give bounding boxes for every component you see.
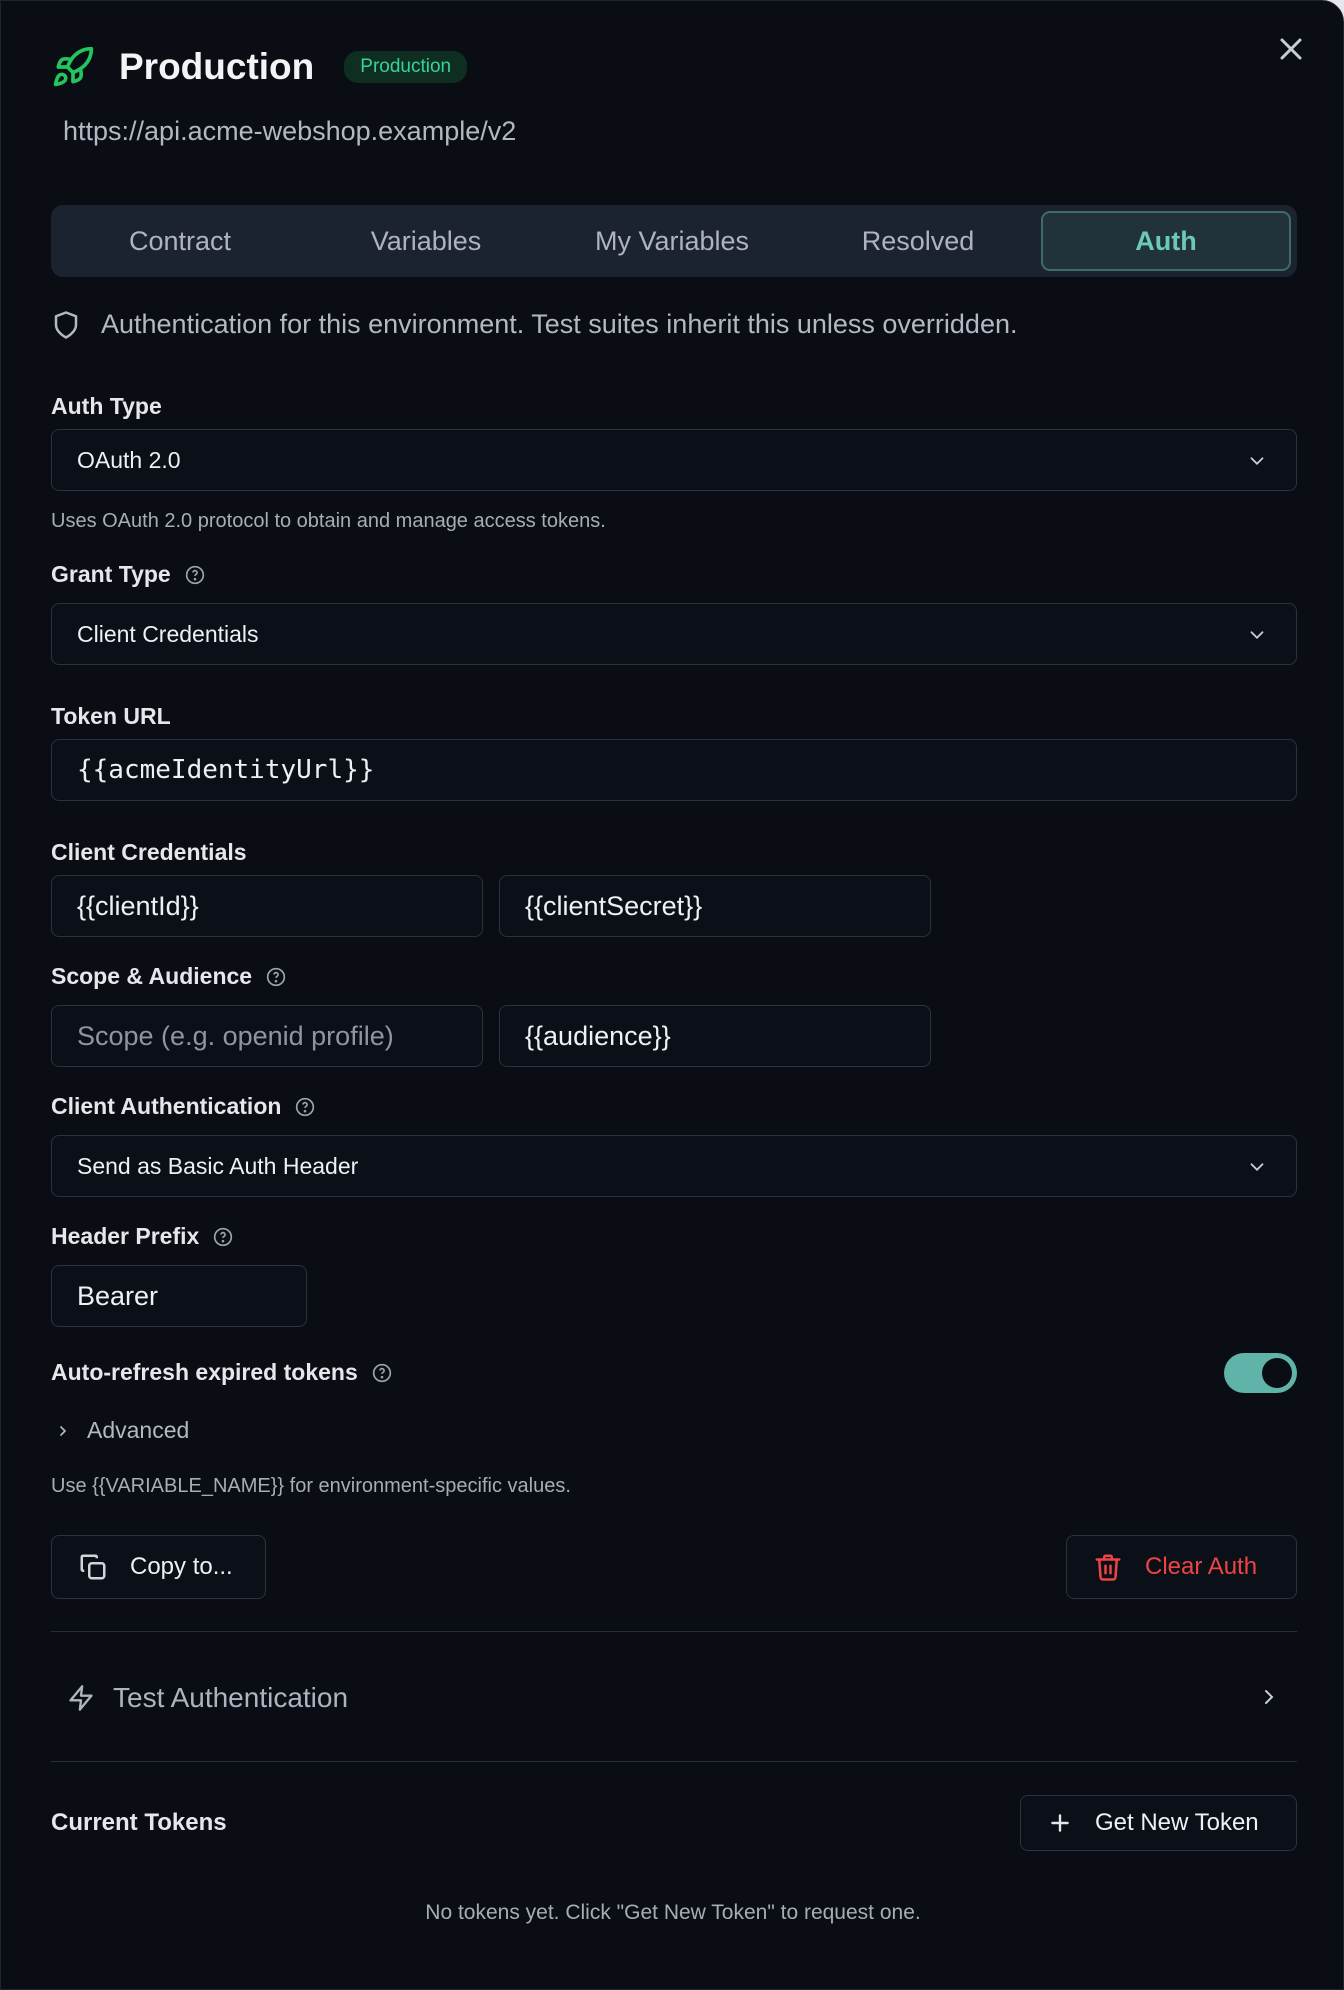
auth-type-label-text: Auth Type <box>51 393 162 419</box>
grant-type-label: Grant Type <box>51 561 205 588</box>
divider <box>51 1761 1297 1762</box>
help-icon[interactable] <box>213 1227 233 1247</box>
auto-refresh-label: Auto-refresh expired tokens <box>51 1359 392 1386</box>
tab-resolved[interactable]: Resolved <box>795 211 1041 271</box>
grant-type-value: Client Credentials <box>77 620 259 647</box>
plus-icon <box>1051 1814 1069 1832</box>
environment-url: https://api.acme-webshop.example/v2 <box>63 116 517 146</box>
auth-info: Authentication for this environment. Tes… <box>51 309 1017 340</box>
clear-auth-label: Clear Auth <box>1145 1553 1258 1580</box>
current-tokens-heading: Current Tokens <box>51 1809 227 1837</box>
auto-refresh-toggle[interactable] <box>1224 1353 1297 1393</box>
help-icon[interactable] <box>372 1363 392 1383</box>
auth-type-value: OAuth 2.0 <box>77 446 181 473</box>
header-prefix-input[interactable]: Bearer <box>51 1265 307 1327</box>
tab-contract[interactable]: Contract <box>57 211 303 271</box>
divider <box>51 1631 1297 1632</box>
client-auth-value: Send as Basic Auth Header <box>77 1152 359 1179</box>
empty-tokens-message: No tokens yet. Click "Get New Token" to … <box>425 1901 921 1924</box>
clear-auth-button[interactable]: Clear Auth <box>1066 1535 1297 1599</box>
close-icon[interactable] <box>1273 31 1309 67</box>
lightning-icon <box>69 1685 93 1711</box>
chevron-down-icon <box>1250 457 1264 466</box>
client-auth-label: Client Authentication <box>51 1093 315 1120</box>
copy-to-button[interactable]: Copy to... <box>51 1535 266 1599</box>
client-credentials-label-text: Client Credentials <box>51 839 247 865</box>
auth-type-select[interactable]: OAuth 2.0 <box>51 429 1297 491</box>
tab-auth[interactable]: Auth <box>1041 211 1291 271</box>
tab-my-variables[interactable]: My Variables <box>549 211 795 271</box>
chevron-right-icon <box>60 1425 67 1436</box>
audience-input[interactable]: {{audience}} <box>499 1005 931 1067</box>
chevron-down-icon <box>1250 1163 1264 1172</box>
scope-audience-label: Scope & Audience <box>51 963 286 990</box>
toggle-knob <box>1262 1358 1292 1388</box>
get-new-token-button[interactable]: Get New Token <box>1020 1795 1297 1851</box>
copy-to-label: Copy to... <box>130 1553 233 1580</box>
advanced-toggle[interactable]: Advanced <box>55 1417 189 1444</box>
header-prefix-label: Header Prefix <box>51 1223 233 1250</box>
client-auth-select[interactable]: Send as Basic Auth Header <box>51 1135 1297 1197</box>
header-prefix-label-text: Header Prefix <box>51 1223 200 1249</box>
page-title: Production <box>119 46 315 87</box>
environment-badge: Production <box>344 51 468 83</box>
auth-type-label: Auth Type <box>51 393 162 420</box>
help-icon[interactable] <box>266 967 286 987</box>
copy-icon <box>80 1554 106 1580</box>
trash-icon <box>1095 1554 1121 1581</box>
help-icon[interactable] <box>295 1097 315 1117</box>
grant-type-select[interactable]: Client Credentials <box>51 603 1297 665</box>
panel-header: Production Production <box>51 41 468 93</box>
help-icon[interactable] <box>185 565 205 585</box>
scope-input[interactable]: Scope (e.g. openid profile) <box>51 1005 483 1067</box>
client-secret-input[interactable]: {{clientSecret}} <box>499 875 931 937</box>
auto-refresh-label-text: Auto-refresh expired tokens <box>51 1359 358 1385</box>
tab-bar: Contract Variables My Variables Resolved… <box>51 205 1297 277</box>
auth-type-hint: Uses OAuth 2.0 protocol to obtain and ma… <box>51 510 606 532</box>
info-text: Authentication for this environment. Tes… <box>101 309 1018 339</box>
client-id-input[interactable]: {{clientId}} <box>51 875 483 937</box>
client-auth-label-text: Client Authentication <box>51 1093 282 1119</box>
shield-icon <box>54 310 78 339</box>
scope-audience-label-text: Scope & Audience <box>51 963 253 989</box>
current-tokens-title: Current Tokens <box>51 1809 227 1836</box>
environment-panel: Production Production https://api.acme-w… <box>0 0 1344 1990</box>
token-url-label: Token URL <box>51 703 171 730</box>
chevron-right-icon <box>1265 1690 1274 1704</box>
get-new-token-label: Get New Token <box>1095 1809 1259 1836</box>
grant-type-label-text: Grant Type <box>51 561 171 587</box>
test-authentication-row[interactable]: Test Authentication <box>67 1673 1281 1723</box>
token-url-label-text: Token URL <box>51 703 171 729</box>
variable-hint: Use {{VARIABLE_NAME}} for environment-sp… <box>51 1475 571 1497</box>
token-url-input[interactable]: {{acmeIdentityUrl}} <box>51 739 1297 801</box>
tab-variables[interactable]: Variables <box>303 211 549 271</box>
client-credentials-label: Client Credentials <box>51 839 247 866</box>
chevron-down-icon <box>1250 631 1264 640</box>
rocket-icon <box>53 46 94 87</box>
test-authentication-label: Test Authentication <box>113 1682 349 1713</box>
advanced-label: Advanced <box>87 1417 190 1443</box>
